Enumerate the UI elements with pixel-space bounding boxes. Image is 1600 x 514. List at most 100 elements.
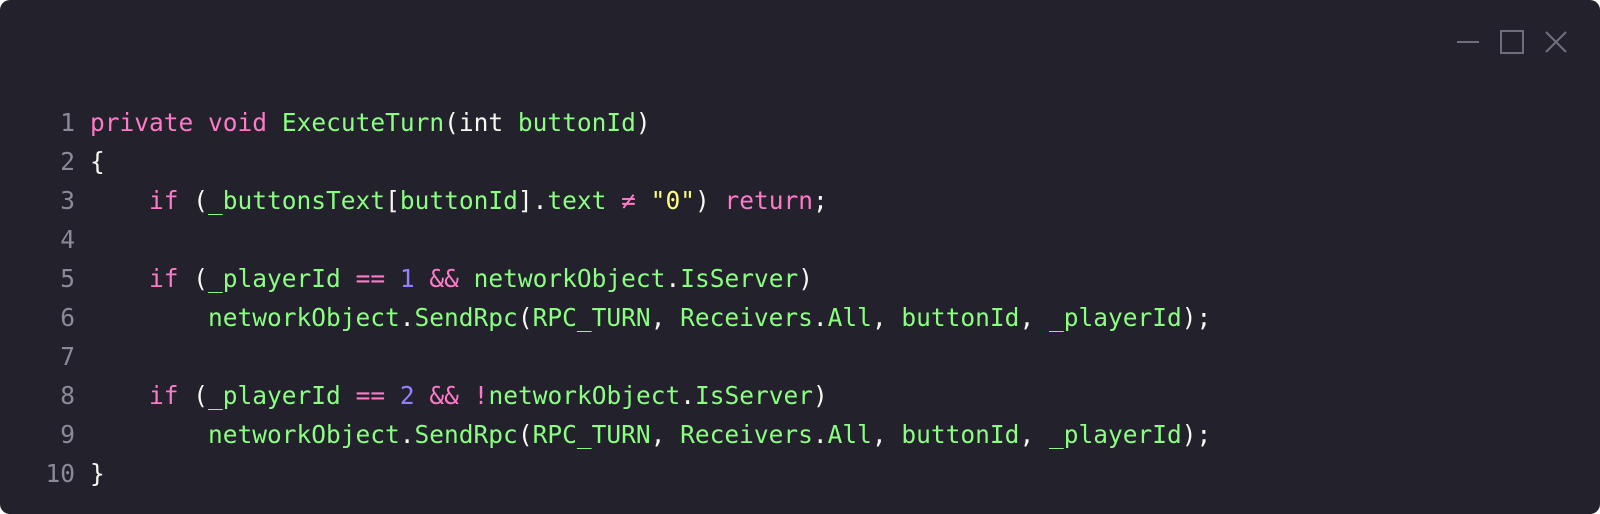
line-number: 2: [60, 147, 75, 176]
code-token: ExecuteTurn: [281, 108, 445, 137]
code-token: );: [1181, 420, 1212, 449]
code-token: [: [385, 186, 400, 215]
code-token: int: [458, 108, 504, 137]
code-token: private: [90, 108, 194, 137]
line-number: 1: [60, 108, 75, 137]
code-token: .: [399, 420, 415, 449]
code-token: (: [444, 108, 459, 137]
code-line: 2{: [0, 142, 1600, 181]
code-line: 10}: [0, 454, 1600, 493]
code-token: All: [827, 303, 872, 332]
code-token: ].: [517, 186, 548, 215]
code-token: ): [694, 186, 725, 215]
code-token: &&: [429, 264, 459, 293]
maximize-icon[interactable]: [1498, 28, 1526, 56]
code-token: _playerId: [208, 381, 341, 410]
code-token: (: [178, 381, 209, 410]
code-token: buttonId: [399, 186, 518, 215]
code-token: (: [178, 264, 209, 293]
code-token: All: [827, 420, 872, 449]
code-line: 7: [0, 337, 1600, 376]
code-token: ==: [355, 264, 386, 293]
code-token: ,: [1019, 420, 1049, 449]
line-number: 3: [60, 186, 75, 215]
code-line: 8 if (_playerId == 2 && !networkObject.I…: [0, 376, 1600, 415]
code-text: networkObject.SendRpc(RPC_TURN, Receiver…: [90, 298, 1211, 337]
code-token: ": [680, 186, 695, 215]
code-token: buttonId: [517, 108, 636, 137]
close-icon[interactable]: [1542, 28, 1570, 56]
code-text: private void ExecuteTurn(int buttonId): [90, 103, 651, 142]
line-number: 9: [60, 420, 75, 449]
code-token: _playerId: [208, 264, 341, 293]
code-token: buttonId: [901, 420, 1020, 449]
code-token: ,: [650, 420, 681, 449]
code-window: 1 private void ExecuteTurn(int buttonId) 2…: [0, 0, 1600, 514]
code-token: !: [473, 381, 489, 410]
code-token: void: [208, 108, 268, 137]
code-token: .: [665, 264, 681, 293]
code-token: ≠: [621, 186, 636, 215]
code-token: RPC_TURN: [532, 303, 651, 332]
code-token: if: [149, 186, 179, 215]
window-controls: [1438, 28, 1570, 56]
code-token: RPC_TURN: [532, 420, 651, 449]
code-token: return: [724, 186, 813, 215]
code-token: .: [399, 303, 415, 332]
code-token: if: [149, 264, 179, 293]
code-token: networkObject: [208, 303, 400, 332]
code-token: ==: [355, 381, 386, 410]
line-number: 4: [60, 225, 75, 254]
code-token: IsServer: [680, 264, 799, 293]
code-token: 1: [399, 264, 415, 293]
code-text: if (_playerId == 1 && networkObject.IsSe…: [90, 259, 813, 298]
code-token: _playerId: [1048, 303, 1182, 332]
code-token: ): [635, 108, 651, 137]
code-token: .: [812, 420, 828, 449]
code-token: networkObject: [208, 420, 400, 449]
code-token: ": [650, 186, 666, 215]
code-token: if: [149, 381, 179, 410]
line-number: 6: [60, 303, 75, 332]
code-token: SendRpc: [414, 303, 518, 332]
code-token: ): [812, 381, 828, 410]
code-token: &&: [429, 381, 459, 410]
line-number: 7: [60, 342, 75, 371]
minimize-icon[interactable]: [1454, 28, 1482, 56]
code-token: (: [178, 186, 209, 215]
code-token: networkObject: [488, 381, 681, 410]
code-token: _playerId: [1048, 420, 1182, 449]
code-token: 2: [399, 381, 415, 410]
code-token: Receivers: [680, 420, 813, 449]
code-token: buttonId: [901, 303, 1020, 332]
code-token: Receivers: [680, 303, 813, 332]
code-token: ,: [871, 303, 902, 332]
code-token: .: [680, 381, 695, 410]
code-line: 3 if (_buttonsText[buttonId].text ≠ "0")…: [0, 181, 1600, 220]
code-token: ,: [1019, 303, 1049, 332]
code-token: (: [517, 420, 533, 449]
code-token: ,: [871, 420, 902, 449]
line-number: 8: [60, 381, 75, 410]
line-number: 5: [60, 264, 75, 293]
code-token: ,: [650, 303, 681, 332]
code-text: {: [90, 142, 105, 181]
